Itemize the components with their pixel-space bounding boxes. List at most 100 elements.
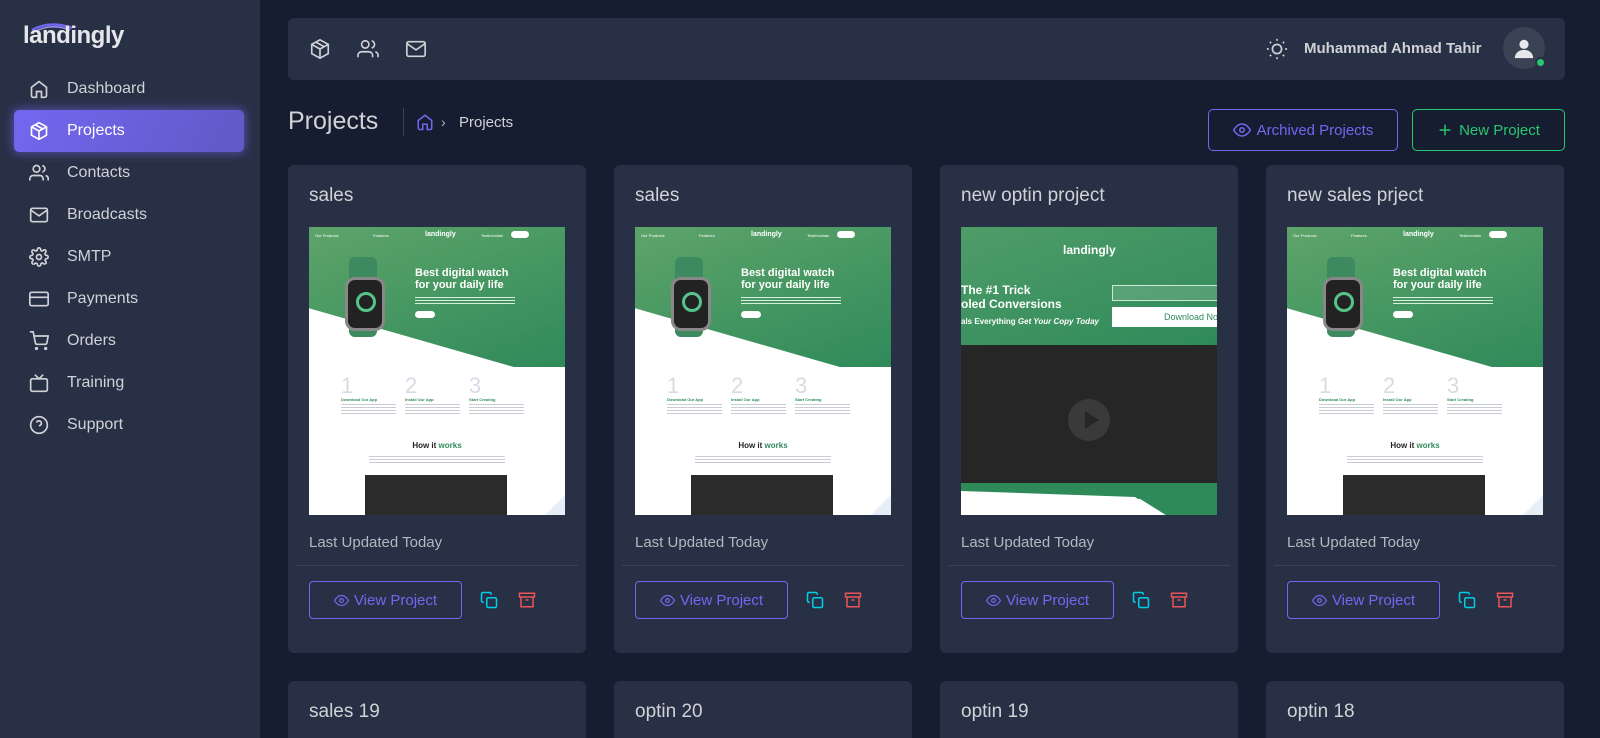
preview-step: 1 Download Our App <box>341 375 396 414</box>
preview-headline: Best digital watch for your daily life <box>1393 267 1487 291</box>
optin-template-preview: landingly The #1 Trick oled Conversions a… <box>961 227 1217 515</box>
breadcrumb-chevron-icon: › <box>441 114 446 130</box>
project-thumbnail[interactable]: landingly The #1 Trick oled Conversions a… <box>961 227 1217 515</box>
project-card: optin 19 <box>940 681 1238 738</box>
preview-logo: landingly <box>425 231 456 238</box>
eye-icon <box>659 594 675 606</box>
preview-nav-link: Our Products <box>641 233 665 238</box>
card-divider <box>296 565 578 566</box>
mail-icon <box>28 204 50 226</box>
view-project-button[interactable]: View Project <box>961 581 1114 619</box>
view-project-button[interactable]: View Project <box>635 581 788 619</box>
view-project-button[interactable]: View Project <box>1287 581 1440 619</box>
sidebar-item-label: Dashboard <box>67 80 146 97</box>
copy-icon[interactable] <box>806 591 824 609</box>
preview-subtext <box>741 297 841 305</box>
preview-step: 3 Start Creating <box>469 375 524 414</box>
project-card: sales 19 <box>288 681 586 738</box>
preview-cta <box>741 311 761 318</box>
sidebar-item-smtp[interactable]: SMTP <box>14 236 244 278</box>
box-icon <box>28 120 50 142</box>
new-project-label: New Project <box>1459 121 1540 139</box>
last-updated-text: Last Updated Today <box>1287 534 1421 551</box>
card-divider <box>948 565 1230 566</box>
archive-icon[interactable] <box>518 591 536 609</box>
project-thumbnail[interactable]: Our Products Features landingly Testimon… <box>1287 227 1543 515</box>
mail-icon[interactable] <box>405 38 427 60</box>
view-project-label: View Project <box>353 591 438 609</box>
preview-logo: landingly <box>1403 231 1434 238</box>
project-title: optin 19 <box>961 701 1029 722</box>
sidebar-item-contacts[interactable]: Contacts <box>14 152 244 194</box>
watch-image <box>1323 277 1363 331</box>
preview-logo: landingly <box>1063 243 1116 257</box>
sidebar-item-broadcasts[interactable]: Broadcasts <box>14 194 244 236</box>
copy-icon[interactable] <box>1132 591 1150 609</box>
sidebar-item-payments[interactable]: Payments <box>14 278 244 320</box>
preview-download-button: Download No <box>1112 307 1217 327</box>
preview-how-text <box>369 456 505 464</box>
watch-dial <box>682 292 702 312</box>
view-project-button[interactable]: View Project <box>309 581 462 619</box>
sidebar-item-label: Orders <box>67 332 116 349</box>
sidebar-item-label: Projects <box>67 122 125 139</box>
users-icon[interactable] <box>357 38 379 60</box>
avatar[interactable] <box>1503 27 1546 69</box>
project-title: new sales prject <box>1287 185 1424 206</box>
archived-projects-label: Archived Projects <box>1256 121 1374 139</box>
sidebar-item-label: Support <box>67 416 124 433</box>
preview-how-heading: How it works <box>412 441 462 450</box>
archive-icon[interactable] <box>1170 591 1188 609</box>
preview-subtext <box>1393 297 1493 305</box>
sales-template-preview: Our Products Features landingly Testimon… <box>1287 227 1543 515</box>
copy-icon[interactable] <box>480 591 498 609</box>
sidebar-item-dashboard[interactable]: Dashboard <box>14 68 244 110</box>
preview-how-text <box>1347 456 1483 464</box>
watch-dial <box>1334 292 1354 312</box>
breadcrumb-current: Projects <box>459 114 514 131</box>
preview-nav-link: Our Products <box>1293 233 1317 238</box>
preview-cta <box>1393 311 1413 318</box>
sidebar-nav: Dashboard Projects Contacts Broadcasts S… <box>14 68 244 446</box>
sun-icon[interactable] <box>1266 38 1288 60</box>
app-logo[interactable]: landingly <box>23 22 124 50</box>
box-icon[interactable] <box>309 38 331 60</box>
sidebar: landingly Dashboard Projects Contacts Br… <box>0 0 260 738</box>
sidebar-item-training[interactable]: Training <box>14 362 244 404</box>
new-project-button[interactable]: New Project <box>1412 109 1565 151</box>
preview-email-input <box>1112 285 1217 301</box>
view-project-label: View Project <box>1005 591 1090 609</box>
project-title: sales <box>309 185 354 206</box>
preview-nav-link: Testimonials <box>1459 233 1482 238</box>
archive-icon[interactable] <box>1496 591 1514 609</box>
credit-card-icon <box>28 288 50 310</box>
sidebar-item-label: Contacts <box>67 164 131 181</box>
tv-icon <box>28 372 50 394</box>
sidebar-item-support[interactable]: Support <box>14 404 244 446</box>
view-project-label: View Project <box>1331 591 1416 609</box>
preview-step: 2 Install Our App <box>731 375 786 414</box>
sidebar-item-label: Training <box>67 374 125 391</box>
archived-projects-button[interactable]: Archived Projects <box>1208 109 1398 151</box>
sidebar-item-orders[interactable]: Orders <box>14 320 244 362</box>
preview-subline: als Everything Get Your Copy Today <box>961 317 1099 326</box>
project-card: sales Our Products Features landingly Te… <box>614 165 912 653</box>
top-navbar: Muhammad Ahmad Tahir <box>288 18 1565 80</box>
sidebar-item-projects[interactable]: Projects <box>14 110 244 152</box>
page-title: Projects <box>288 107 379 135</box>
breadcrumb-home-icon[interactable] <box>416 113 434 131</box>
user-avatar-icon <box>1514 39 1534 59</box>
header-divider <box>403 108 404 136</box>
archive-icon[interactable] <box>844 591 862 609</box>
copy-icon[interactable] <box>1458 591 1476 609</box>
watch-image <box>671 277 711 331</box>
preview-step: 1 Download Our App <box>667 375 722 414</box>
project-thumbnail[interactable]: Our Products Features landingly Testimon… <box>635 227 891 515</box>
preview-nav-button <box>511 231 529 238</box>
project-title: sales 19 <box>309 701 380 722</box>
users-icon <box>28 162 50 184</box>
user-name[interactable]: Muhammad Ahmad Tahir <box>1304 40 1482 57</box>
card-divider <box>622 565 904 566</box>
project-thumbnail[interactable]: Our Products Features landingly Testimon… <box>309 227 565 515</box>
view-project-label: View Project <box>679 591 764 609</box>
